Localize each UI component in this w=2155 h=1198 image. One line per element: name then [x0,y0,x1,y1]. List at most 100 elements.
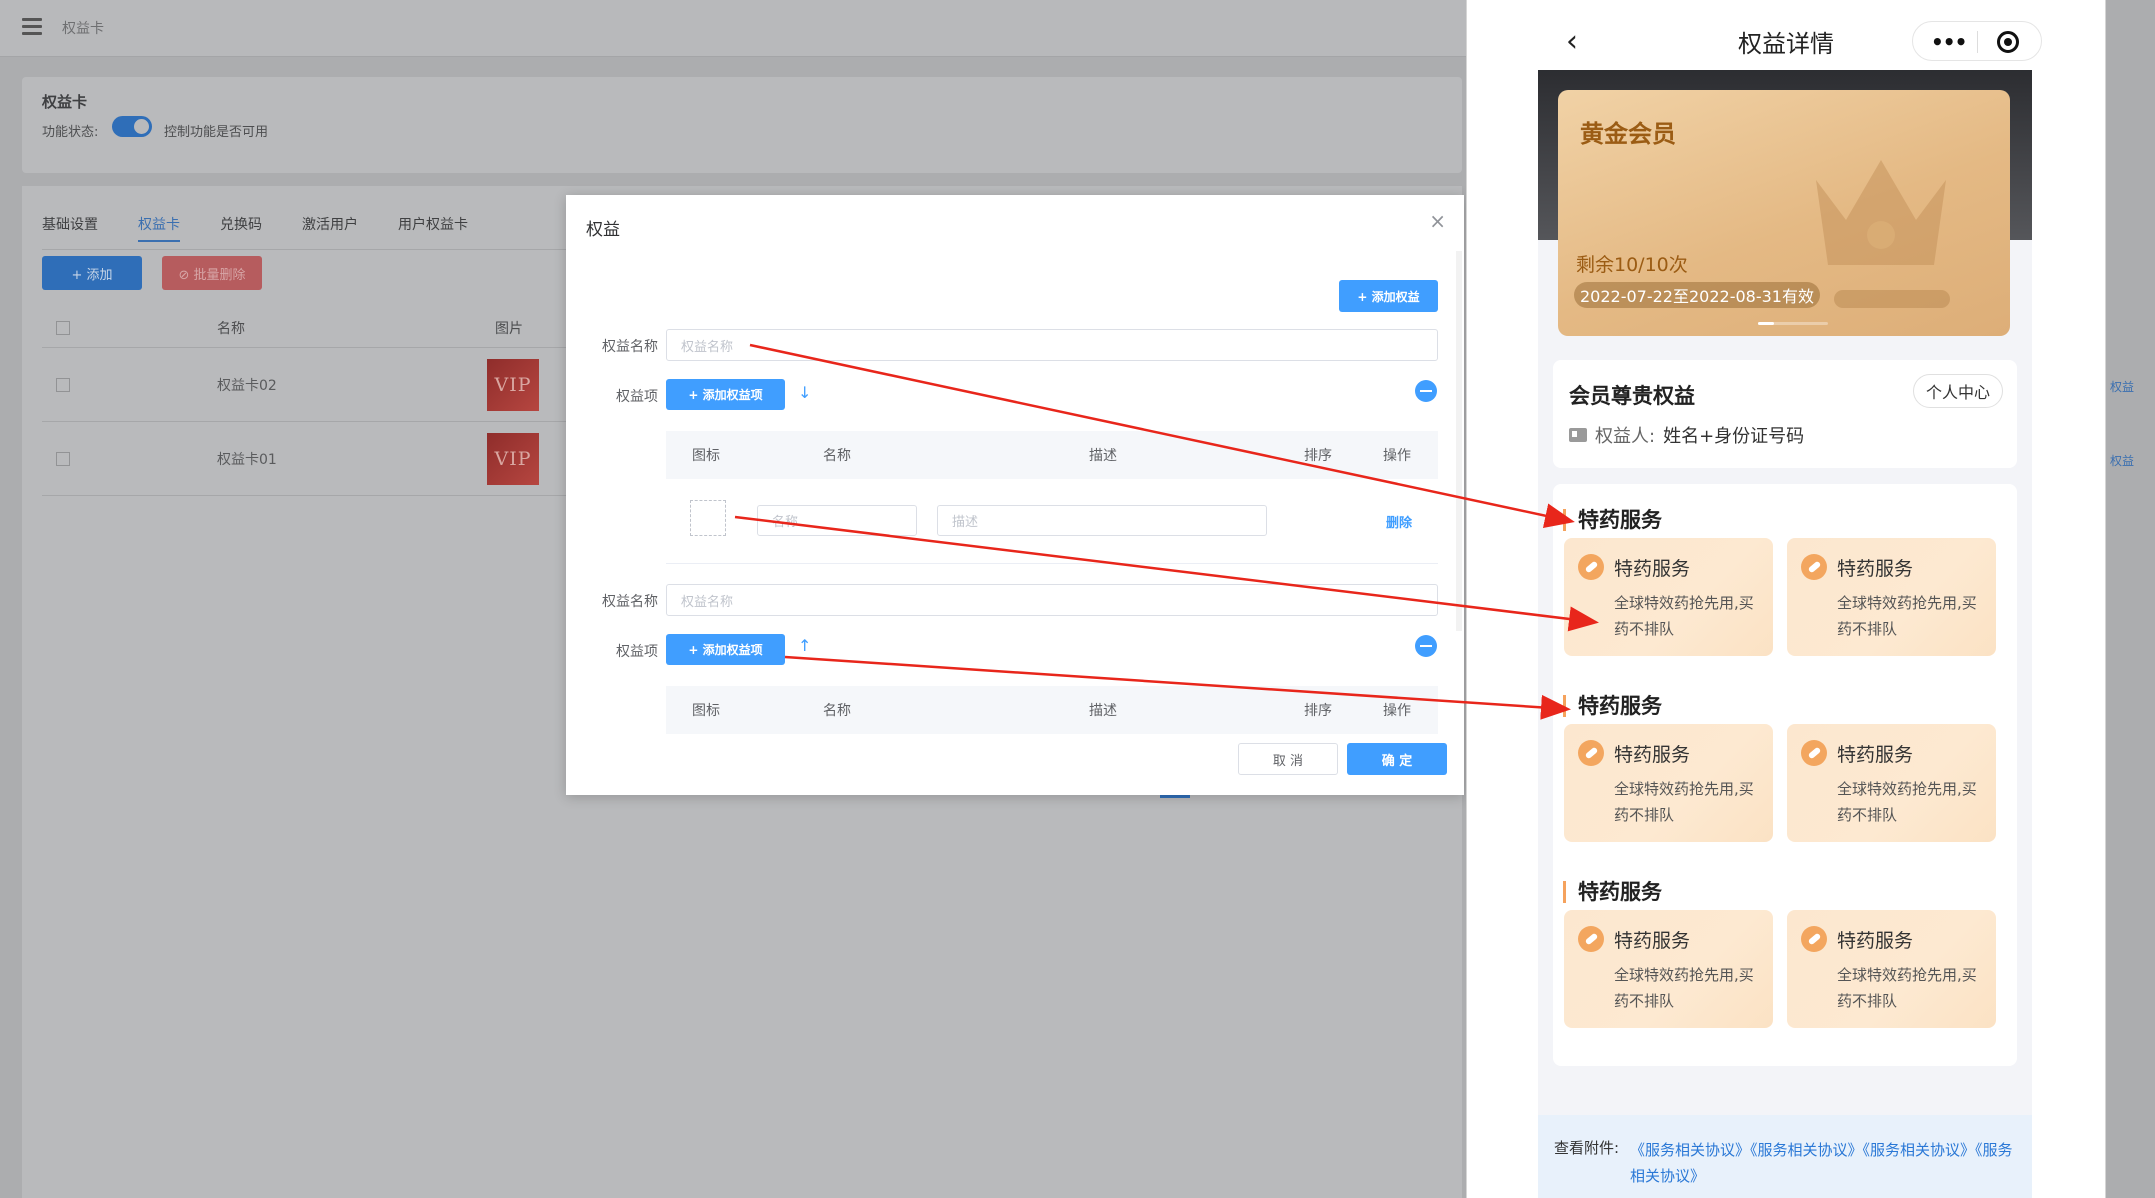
tab-activated-users[interactable]: 激活用户 [302,210,358,250]
col-action: 操作 [1383,703,1411,719]
item-name: 特药服务 [1614,558,1691,580]
more-icon[interactable]: ••• [1931,30,1967,54]
select-all-checkbox[interactable] [56,320,70,335]
right-name-label: 权益名称 [602,339,658,355]
col-icon: 图标 [692,703,720,719]
items-table-header: 图标 名称 描述 排序 操作 [666,431,1438,479]
delete-item-link[interactable]: 删除 [1386,512,1412,531]
pill-icon [1578,740,1604,766]
remove-group-icon[interactable] [1415,635,1437,657]
row-action-link[interactable]: 权益 [2110,378,2134,395]
remaining-count: 剩余10/10次 [1576,254,1688,276]
attachments-label: 查看附件: [1554,1139,1620,1157]
col-action: 操作 [1383,448,1411,464]
right-item-card[interactable]: 特药服务 全球特效药抢先用,买药不排队 [1787,910,1996,1028]
cancel-button[interactable]: 取 消 [1238,743,1338,775]
row-checkbox[interactable] [56,451,70,466]
col-sort: 排序 [1304,448,1332,464]
breadcrumb: 权益卡 [62,21,104,37]
rights-holder: 权益人: 姓名+身份证号码 [1569,422,1804,448]
carousel-indicator [1758,322,1828,325]
right-items-label: 权益项 [616,644,658,660]
close-target-icon[interactable] [1997,31,2019,53]
add-right-item-button[interactable]: + 添加权益项 [666,379,785,410]
row-checkbox[interactable] [56,377,70,392]
capsule-divider [1977,31,1978,53]
confirm-button[interactable]: 确 定 [1347,743,1447,775]
right-item-card[interactable]: 特药服务 全球特效药抢先用,买药不排队 [1787,538,1996,656]
status-label: 功能状态: [42,125,99,140]
right-name-input[interactable]: 权益名称 [666,584,1438,616]
item-desc: 全球特效药抢先用,买药不排队 [1837,966,1977,1010]
remove-group-icon[interactable] [1415,380,1437,402]
close-icon[interactable]: × [1429,209,1446,233]
header-image: 图片 [495,320,523,337]
holder-value: 姓名+身份证号码 [1663,426,1805,447]
row-name: 权益卡01 [217,451,277,468]
move-up-icon[interactable]: ↑ [798,636,811,655]
card-progress-bar [1834,290,1950,308]
pill-icon [1801,926,1827,952]
pill-icon [1578,926,1604,952]
item-desc: 全球特效药抢先用,买药不排队 [1614,594,1754,638]
add-button[interactable]: + 添加 [42,256,142,290]
add-right-item-button[interactable]: + 添加权益项 [666,634,785,665]
item-desc: 全球特效药抢先用,买药不排队 [1614,966,1754,1010]
items-table-header: 图标 名称 描述 排序 操作 [666,686,1438,734]
membership-level: 黄金会员 [1580,120,1676,148]
item-desc: 全球特效药抢先用,买药不排队 [1614,780,1754,824]
icon-upload-slot[interactable] [690,500,726,536]
section-title: 特药服务 [1563,509,1662,531]
col-sort: 排序 [1304,703,1332,719]
right-item-card[interactable]: 特药服务 全球特效药抢先用,买药不排队 [1564,724,1773,842]
col-name: 名称 [823,703,851,719]
row-divider [666,563,1438,564]
tab-user-rights-card[interactable]: 用户权益卡 [398,210,468,250]
holder-label: 权益人: [1595,426,1656,447]
phone-nav-bar: ‹ 权益详情 ••• [1466,0,2106,80]
pill-icon [1578,554,1604,580]
phone-screen: 黄金会员 剩余10/10次 2022-07-22至2022-08-31有效 会员… [1538,70,2032,1198]
menu-icon[interactable] [22,18,42,35]
rights-list: 特药服务 特药服务 全球特效药抢先用,买药不排队 特药服务 全球特效药抢先用,买… [1553,484,2017,1066]
tab-basic-settings[interactable]: 基础设置 [42,210,98,250]
pagination-indicator [1160,795,1190,798]
header-name: 名称 [217,320,245,337]
admin-right-edge: 权益 权益 [2106,0,2155,1198]
move-down-icon[interactable]: ↓ [798,383,811,402]
item-desc-input[interactable]: 描述 [937,505,1267,536]
vip-rights-box: 会员尊贵权益 个人中心 权益人: 姓名+身份证号码 [1553,360,2017,468]
status-hint: 控制功能是否可用 [164,125,269,140]
right-item-card[interactable]: 特药服务 全球特效药抢先用,买药不排队 [1564,910,1773,1028]
section-title: 特药服务 [1563,695,1662,717]
section-title: 特药服务 [1563,881,1662,903]
rights-dialog: 权益 × + 添加权益 权益名称 权益名称 权益项 + 添加权益项 ↓ 图标 名… [566,195,1464,795]
right-item-card[interactable]: 特药服务 全球特效药抢先用,买药不排队 [1787,724,1996,842]
tab-rights-card[interactable]: 权益卡 [138,210,180,242]
item-name-input[interactable]: 名称 [757,505,917,536]
right-item-card[interactable]: 特药服务 全球特效药抢先用,买药不排队 [1564,538,1773,656]
feature-panel: 权益卡 功能状态: 控制功能是否可用 [22,77,1462,173]
batch-delete-button[interactable]: ⊘ 批量删除 [162,256,262,290]
tab-redeem-code[interactable]: 兑换码 [220,210,262,250]
item-name: 特药服务 [1837,930,1914,952]
item-name: 特药服务 [1837,744,1914,766]
status-toggle[interactable] [112,116,152,137]
row-name: 权益卡02 [217,377,277,394]
item-desc: 全球特效药抢先用,买药不排队 [1837,594,1977,638]
personal-center-button[interactable]: 个人中心 [1913,374,2003,408]
vip-box-title: 会员尊贵权益 [1569,384,1695,408]
pill-icon [1801,554,1827,580]
miniprogram-capsule: ••• [1912,21,2042,61]
vip-image: VIP [487,358,539,411]
agreement-links[interactable]: 《服务相关协议》《服务相关协议》《服务相关协议》《服务相关协议》 [1630,1137,2026,1189]
col-name: 名称 [823,448,851,464]
membership-card[interactable]: 黄金会员 剩余10/10次 2022-07-22至2022-08-31有效 [1558,90,2010,336]
right-name-input[interactable]: 权益名称 [666,329,1438,361]
row-action-link[interactable]: 权益 [2110,452,2134,469]
dialog-scrollbar[interactable] [1456,251,1462,631]
item-desc: 全球特效药抢先用,买药不排队 [1837,780,1977,824]
admin-topbar: 权益卡 [0,0,1466,57]
add-right-button[interactable]: + 添加权益 [1339,280,1438,312]
dialog-title: 权益 [586,220,620,240]
